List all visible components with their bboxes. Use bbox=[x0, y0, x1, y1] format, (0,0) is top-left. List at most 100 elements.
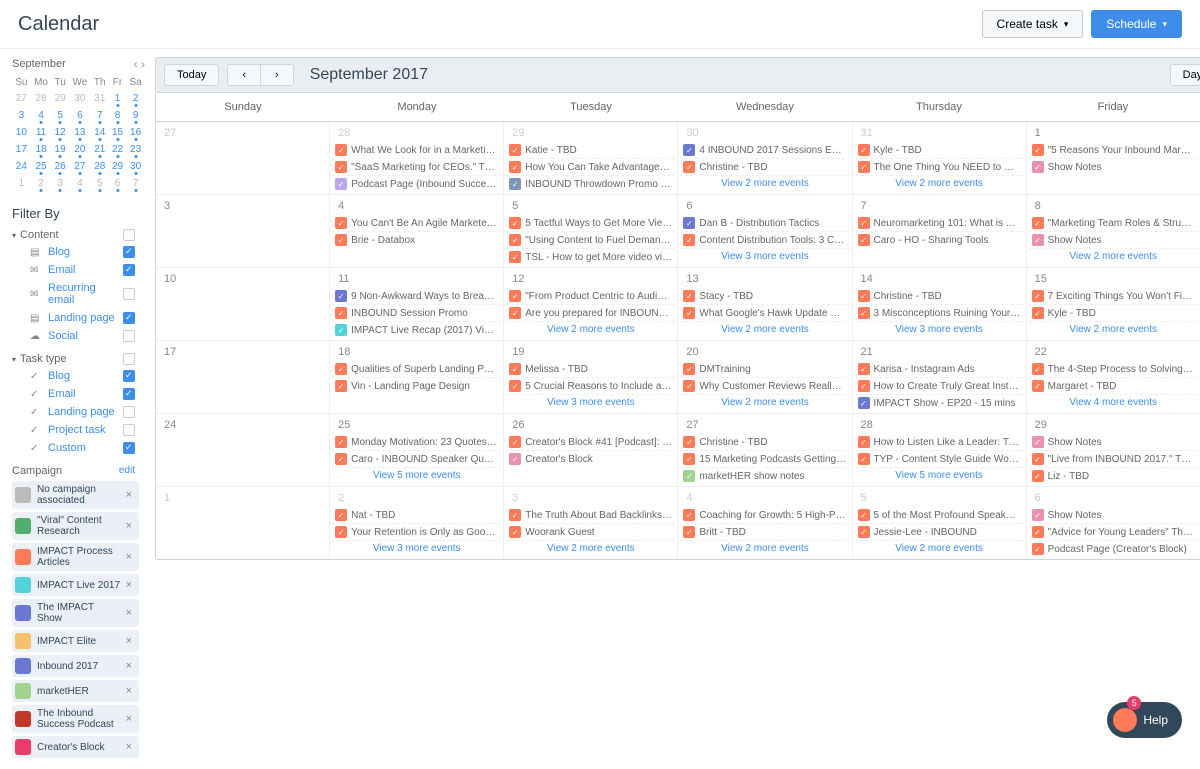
create-task-button[interactable]: Create task▾ bbox=[982, 10, 1084, 38]
calendar-event[interactable]: ✓Brie - Databox bbox=[332, 232, 501, 248]
mini-cal-day[interactable]: 1 bbox=[12, 175, 31, 192]
calendar-event[interactable]: ✓9 Non-Awkward Ways to Break the Ice bbox=[332, 288, 501, 305]
calendar-event[interactable]: ✓Caro - HO - Sharing Tools bbox=[855, 232, 1024, 248]
calendar-event[interactable]: ✓Your Retention is Only as Good as You bbox=[332, 524, 501, 541]
more-events-link[interactable]: View 3 more events bbox=[332, 541, 501, 556]
day-cell[interactable]: 3✓The Truth About Bad Backlinks. How t✓W… bbox=[504, 487, 678, 559]
mini-cal-day[interactable]: 23 bbox=[126, 141, 145, 158]
day-cell[interactable]: 27✓Christine - TBD✓15 Marketing Podcasts… bbox=[678, 414, 852, 486]
calendar-event[interactable]: ✓"From Product Centric to Audience Ce bbox=[506, 288, 675, 305]
remove-icon[interactable]: × bbox=[122, 741, 136, 753]
day-cell[interactable]: 29✓Katie - TBD✓How You Can Take Advantag… bbox=[504, 122, 678, 194]
day-cell[interactable]: 19✓Melissa - TBD✓5 Crucial Reasons to In… bbox=[504, 341, 678, 413]
day-cell[interactable]: 15✓7 Exciting Things You Won't Find on t… bbox=[1027, 268, 1200, 340]
mini-cal-day[interactable]: 11 bbox=[31, 124, 52, 141]
calendar-event[interactable]: ✓"Using Content to Fuel Demand Gene bbox=[506, 232, 675, 249]
campaign-chip[interactable]: The IMPACT Show× bbox=[12, 599, 139, 627]
more-events-link[interactable]: View 2 more events bbox=[506, 541, 675, 556]
more-events-link[interactable]: View 5 more events bbox=[332, 468, 501, 483]
campaign-edit-link[interactable]: edit bbox=[119, 465, 135, 477]
calendar-event[interactable]: ✓IMPACT Live Recap (2017) Videos and bbox=[332, 322, 501, 338]
calendar-event[interactable]: ✓"5 Reasons Your Inbound Marketing is bbox=[1029, 142, 1198, 159]
mini-cal-day[interactable]: 27 bbox=[12, 90, 31, 107]
calendar-event[interactable]: ✓5 of the Most Profound Speakers & Le bbox=[855, 507, 1024, 524]
mini-cal-day[interactable]: 29 bbox=[51, 90, 69, 107]
filter-item[interactable]: ✓Blog bbox=[12, 367, 145, 385]
day-cell[interactable]: 13✓Stacy - TBD✓What Google's Hawk Update… bbox=[678, 268, 852, 340]
calendar-event[interactable]: ✓The 4-Step Process to Solving Any Pro bbox=[1029, 361, 1198, 378]
mini-cal-day[interactable]: 21 bbox=[91, 141, 109, 158]
checkbox[interactable] bbox=[123, 312, 135, 324]
calendar-event[interactable]: ✓"Live from INBOUND 2017." The IMPA bbox=[1029, 451, 1198, 468]
mini-cal-day[interactable]: 5 bbox=[51, 107, 69, 124]
remove-icon[interactable]: × bbox=[122, 635, 136, 647]
checkbox[interactable] bbox=[123, 288, 135, 300]
mini-cal-day[interactable]: 10 bbox=[12, 124, 31, 141]
filter-item[interactable]: ✉Recurring email bbox=[12, 279, 145, 309]
mini-cal-day[interactable]: 29 bbox=[109, 158, 126, 175]
calendar-event[interactable]: ✓Coaching for Growth: 5 High-Performin bbox=[680, 507, 849, 524]
filter-group-tasktype[interactable]: ▾Task type bbox=[12, 351, 145, 367]
calendar-event[interactable]: ✓"Advice for Young Leaders" The IMPA bbox=[1029, 524, 1198, 541]
day-cell[interactable]: 4✓You Can't Be An Agile Marketer Witho✓B… bbox=[330, 195, 504, 267]
calendar-event[interactable]: ✓4 INBOUND 2017 Sessions Every Crea bbox=[680, 142, 849, 159]
calendar-event[interactable]: ✓Show Notes bbox=[1029, 507, 1198, 524]
checkbox[interactable] bbox=[123, 442, 135, 454]
calendar-event[interactable]: ✓Christine - TBD bbox=[855, 288, 1024, 305]
filter-item[interactable]: ✉Email bbox=[12, 261, 145, 279]
checkbox[interactable] bbox=[123, 330, 135, 342]
mini-cal-day[interactable]: 8 bbox=[109, 107, 126, 124]
filter-item[interactable]: ✓Landing page bbox=[12, 403, 145, 421]
day-cell[interactable]: 2✓Nat - TBD✓Your Retention is Only as Go… bbox=[330, 487, 504, 559]
more-events-link[interactable]: View 2 more events bbox=[680, 322, 849, 337]
calendar-event[interactable]: ✓7 Exciting Things You Won't Find on th bbox=[1029, 288, 1198, 305]
mini-cal-day[interactable]: 13 bbox=[69, 124, 91, 141]
filter-item[interactable]: ✓Custom bbox=[12, 439, 145, 457]
mini-cal-day[interactable]: 7 bbox=[126, 175, 145, 192]
calendar-event[interactable]: ✓The One Thing You NEED to Do at INB bbox=[855, 159, 1024, 176]
calendar-event[interactable]: ✓Podcast Page (Inbound Success Podc bbox=[332, 176, 501, 192]
calendar-event[interactable]: ✓"SaaS Marketing for CEOs." The Inbo bbox=[332, 159, 501, 176]
day-cell[interactable]: 18✓Qualities of Superb Landing Page Des✓… bbox=[330, 341, 504, 413]
calendar-event[interactable]: ✓How to Create Truly Great Instagram A bbox=[855, 378, 1024, 395]
mini-cal-day[interactable]: 22 bbox=[109, 141, 126, 158]
campaign-chip[interactable]: Creator's Block× bbox=[12, 736, 139, 758]
day-cell[interactable]: 8✓"Marketing Team Roles & Structure." T✓… bbox=[1027, 195, 1200, 267]
mini-cal-day[interactable]: 16 bbox=[126, 124, 145, 141]
calendar-event[interactable]: ✓TSL - How to get More video views on bbox=[506, 249, 675, 265]
calendar-event[interactable]: ✓The Truth About Bad Backlinks. How t bbox=[506, 507, 675, 524]
mini-cal-prev[interactable]: ‹ bbox=[134, 57, 138, 71]
day-cell[interactable]: 5✓5 Tactful Ways to Get More Views on Y✓… bbox=[504, 195, 678, 267]
mini-cal-day[interactable]: 19 bbox=[51, 141, 69, 158]
remove-icon[interactable]: × bbox=[122, 713, 136, 725]
day-cell[interactable]: 10 bbox=[156, 268, 330, 340]
campaign-chip[interactable]: IMPACT Live 2017× bbox=[12, 574, 139, 596]
checkbox[interactable] bbox=[123, 370, 135, 382]
mini-cal-day[interactable]: 7 bbox=[91, 107, 109, 124]
calendar-event[interactable]: ✓INBOUND Throwdown Promo (2017) bbox=[506, 176, 675, 192]
calendar-event[interactable]: ✓15 Marketing Podcasts Getting Me Thr bbox=[680, 451, 849, 468]
mini-cal-day[interactable]: 1 bbox=[109, 90, 126, 107]
campaign-chip[interactable]: Inbound 2017× bbox=[12, 655, 139, 677]
remove-icon[interactable]: × bbox=[122, 607, 136, 619]
calendar-event[interactable]: ✓Podcast Page (Creator's Block) bbox=[1029, 541, 1198, 557]
calendar-event[interactable]: ✓"Marketing Team Roles & Structure." T bbox=[1029, 215, 1198, 232]
day-cell[interactable]: 28✓How to Listen Like a Leader: The Bigg… bbox=[853, 414, 1027, 486]
day-cell[interactable]: 3 bbox=[156, 195, 330, 267]
calendar-event[interactable]: ✓Qualities of Superb Landing Page Des bbox=[332, 361, 501, 378]
calendar-event[interactable]: ✓Content Distribution Tools: 3 Channels bbox=[680, 232, 849, 249]
calendar-event[interactable]: ✓Nat - TBD bbox=[332, 507, 501, 524]
next-button[interactable]: › bbox=[260, 64, 294, 86]
calendar-event[interactable]: ✓TYP - Content Style Guide Workshop bbox=[855, 451, 1024, 468]
day-cell[interactable]: 1✓"5 Reasons Your Inbound Marketing is✓S… bbox=[1027, 122, 1200, 194]
more-events-link[interactable]: View 3 more events bbox=[506, 395, 675, 410]
filter-item[interactable]: ✓Project task bbox=[12, 421, 145, 439]
day-cell[interactable]: 12✓"From Product Centric to Audience Ce✓… bbox=[504, 268, 678, 340]
campaign-chip[interactable]: IMPACT Process Articles× bbox=[12, 543, 139, 571]
calendar-event[interactable]: ✓INBOUND Session Promo bbox=[332, 305, 501, 322]
remove-icon[interactable]: × bbox=[122, 660, 136, 672]
day-cell[interactable]: 29✓Show Notes✓"Live from INBOUND 2017." … bbox=[1027, 414, 1200, 486]
day-cell[interactable]: 7✓Neuromarketing 101: What is Neurom✓Car… bbox=[853, 195, 1027, 267]
view-day[interactable]: Day bbox=[1170, 64, 1200, 86]
filter-item[interactable]: ✓Email bbox=[12, 385, 145, 403]
